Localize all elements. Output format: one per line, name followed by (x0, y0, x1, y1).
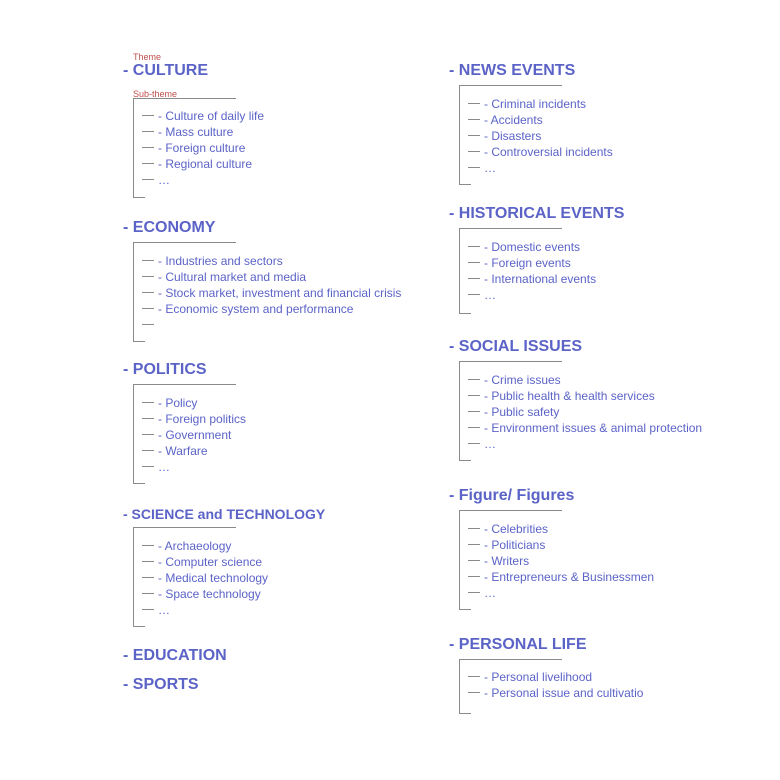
list-item: - Disasters (468, 129, 541, 143)
subtheme-tree-politics: - Policy - Foreign politics - Government… (133, 384, 246, 484)
list-item: - Space technology (142, 587, 261, 601)
list-item: - International events (468, 272, 596, 286)
theme-economy: - ECONOMY (123, 219, 216, 236)
subtheme-tree-figures: - Celebrities - Politicians - Writers - … (459, 510, 654, 610)
theme-social-issues: - SOCIAL ISSUES (449, 338, 583, 355)
list-item: - Regional culture (142, 157, 252, 171)
list-item: - Accidents (468, 113, 543, 127)
list-item: - Public safety (468, 405, 559, 419)
theme-historical-events: - HISTORICAL EVENTS (449, 205, 625, 222)
list-item: - Personal livelihood (468, 670, 592, 684)
list-item: - Politicians (468, 538, 545, 552)
list-item: … (468, 288, 496, 302)
theme-personal-life: - PERSONAL LIFE (449, 636, 587, 653)
list-item: - Environment issues & animal protection (468, 421, 702, 435)
list-item: - Culture of daily life (142, 109, 264, 123)
subtheme-tree-culture: - Culture of daily life - Mass culture -… (133, 98, 264, 198)
list-item: - Archaeology (142, 539, 231, 553)
list-item: - Foreign culture (142, 141, 245, 155)
list-item: - Medical technology (142, 571, 268, 585)
list-item: - Mass culture (142, 125, 233, 139)
theme-science-and-technology: - SCIENCE and TECHNOLOGY (123, 506, 326, 522)
list-item: - Government (142, 428, 231, 442)
subtheme-tree-personal-life: - Personal livelihood - Personal issue a… (459, 659, 643, 714)
theme-culture: - CULTURE (123, 62, 209, 79)
list-item: … (142, 603, 170, 617)
list-item: - Entrepreneurs & Businessmen (468, 570, 654, 584)
subtheme-tree-historical-events: - Domestic events - Foreign events - Int… (459, 228, 596, 314)
list-item: … (142, 173, 170, 187)
list-item: - Stock market, investment and financial… (142, 286, 401, 300)
subtheme-tree-economy: - Industries and sectors - Cultural mark… (133, 242, 401, 342)
list-item: - Warfare (142, 444, 208, 458)
list-item: - Cultural market and media (142, 270, 306, 284)
list-item: - Economic system and performance (142, 302, 353, 316)
list-item: … (468, 437, 496, 451)
list-item (142, 318, 158, 332)
list-item: - Policy (142, 396, 197, 410)
subtheme-tree-news-events: - Criminal incidents - Accidents - Disas… (459, 85, 613, 185)
list-item: … (142, 460, 170, 474)
theme-sports: - SPORTS (123, 676, 199, 693)
theme-politics: - POLITICS (123, 361, 207, 378)
list-item: - Industries and sectors (142, 254, 283, 268)
subtheme-tree-science: - Archaeology - Computer science - Medic… (133, 527, 268, 627)
list-item: - Celebrities (468, 522, 548, 536)
list-item: - Public health & health services (468, 389, 655, 403)
list-item: … (468, 586, 496, 600)
list-item: - Personal issue and cultivatio (468, 686, 643, 700)
list-item: - Foreign politics (142, 412, 246, 426)
list-item: - Foreign events (468, 256, 571, 270)
list-item: - Writers (468, 554, 529, 568)
list-item: - Criminal incidents (468, 97, 586, 111)
theme-annotation: Theme (133, 52, 162, 62)
theme-figures: - Figure/ Figures (449, 487, 575, 504)
list-item: - Controversial incidents (468, 145, 613, 159)
list-item: - Crime issues (468, 373, 561, 387)
subtheme-tree-social-issues: - Crime issues - Public health & health … (459, 361, 702, 461)
theme-education: - EDUCATION (123, 647, 227, 664)
list-item: … (468, 161, 496, 175)
list-item: - Computer science (142, 555, 262, 569)
list-item: - Domestic events (468, 240, 580, 254)
theme-news-events: - NEWS EVENTS (449, 62, 576, 79)
